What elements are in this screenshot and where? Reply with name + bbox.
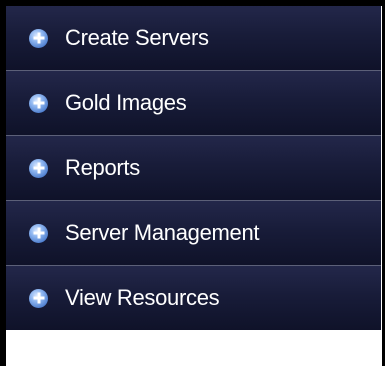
menu-item-label: Reports xyxy=(65,155,140,180)
menu-item-label: Server Management xyxy=(65,220,260,245)
plus-circle-icon xyxy=(29,93,48,113)
menu-item-label: View Resources xyxy=(65,285,220,310)
menu-item-server-management[interactable]: Server Management xyxy=(6,201,381,266)
plus-circle-icon xyxy=(29,223,48,243)
plus-circle-icon xyxy=(29,28,48,48)
navigation-menu: Create Servers Gold Images Reports Serve… xyxy=(6,6,381,331)
menu-item-create-servers[interactable]: Create Servers xyxy=(6,6,381,71)
menu-bottom-spacer xyxy=(6,330,381,366)
plus-circle-icon xyxy=(29,158,48,178)
plus-circle-icon xyxy=(29,288,48,308)
menu-item-label: Gold Images xyxy=(65,90,187,115)
menu-item-view-resources[interactable]: View Resources xyxy=(6,266,381,331)
menu-item-label: Create Servers xyxy=(65,25,209,50)
menu-item-gold-images[interactable]: Gold Images xyxy=(6,71,381,136)
menu-item-reports[interactable]: Reports xyxy=(6,136,381,201)
